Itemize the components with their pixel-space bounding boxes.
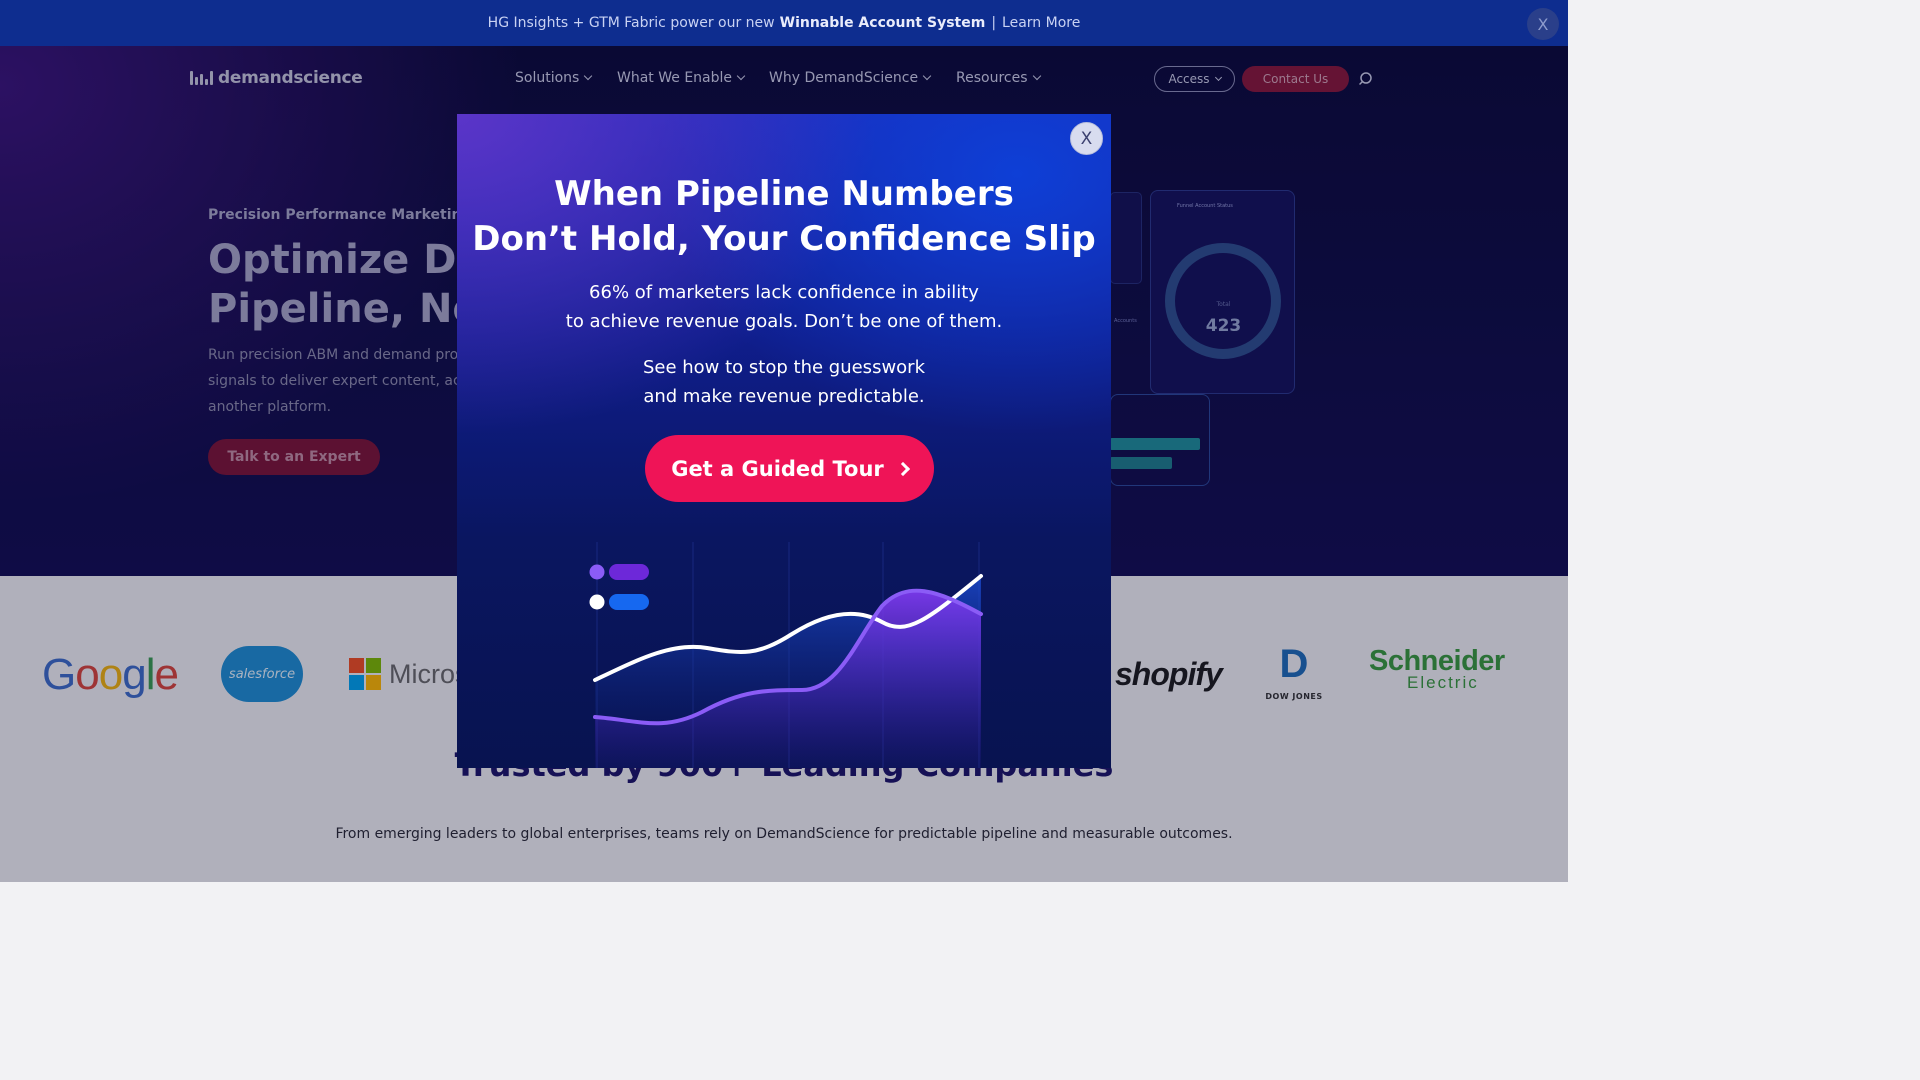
modal-title: When Pipeline Numbers Don’t Hold, Your C… [457,172,1111,262]
announcement-bar: HG Insights + GTM Fabric power our new W… [0,0,1568,46]
announcement-prefix: HG Insights + GTM Fabric power our new [487,15,775,31]
modal-stat-text: 66% of marketers lack confidence in abil… [457,278,1111,336]
modal-title-line1: When Pipeline Numbers [554,174,1014,214]
learn-more-link[interactable]: Learn More [1002,15,1080,31]
legend-dot-purple [589,564,605,580]
modal-close-button[interactable]: X [1070,122,1103,155]
announcement-highlight[interactable]: Winnable Account System [780,15,986,31]
close-icon: X [1537,14,1549,34]
decorative-trend-chart [589,542,983,768]
chart-legend [589,564,649,610]
chevron-right-icon [895,461,910,476]
announcement-close-button[interactable]: X [1527,8,1559,40]
legend-dot-white [589,594,605,610]
guided-tour-label: Get a Guided Tour [671,456,884,481]
close-icon: X [1080,128,1093,149]
legend-bar-purple [609,564,649,580]
announcement-separator: | [991,15,997,31]
legend-bar-blue [609,594,649,610]
modal-title-line2: Don’t Hold, Your Confidence Slip [472,219,1096,259]
modal-stat-line1: 66% of marketers lack confidence in abil… [589,282,979,303]
modal-pitch-line1: See how to stop the guesswork [642,357,926,378]
guided-tour-button[interactable]: Get a Guided Tour [645,435,934,502]
modal-pitch-line2: and make revenue predictable. [643,386,925,407]
modal-pitch-text: See how to stop the guesswork and make r… [457,353,1111,411]
modal-stat-line2: to achieve revenue goals. Don’t be one o… [565,311,1003,332]
promo-modal: X When Pipeline Numbers Don’t Hold, Your… [457,114,1111,768]
